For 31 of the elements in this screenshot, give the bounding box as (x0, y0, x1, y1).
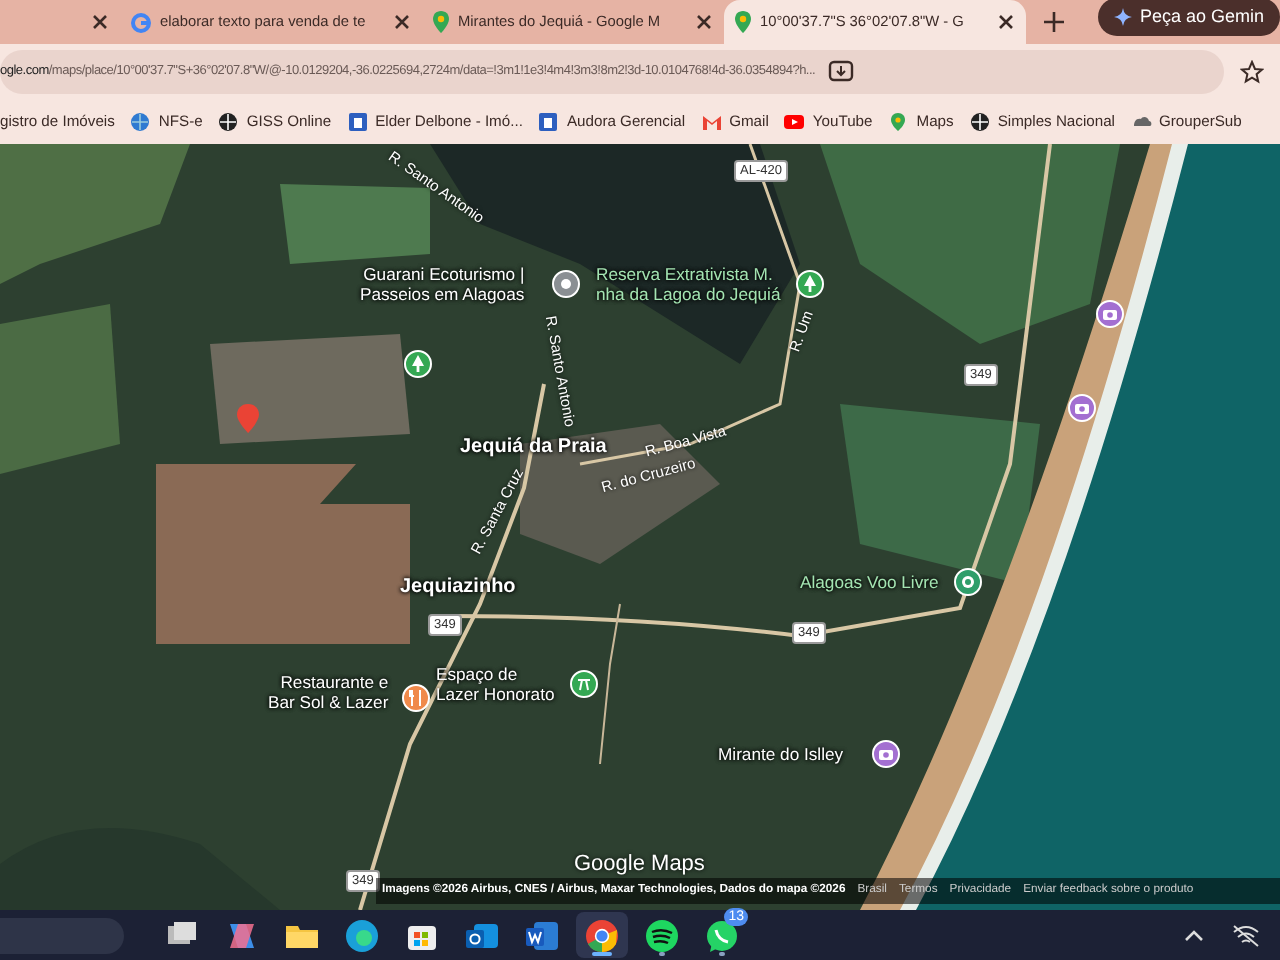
install-icon[interactable] (827, 60, 854, 84)
play-icon (784, 111, 805, 132)
close-icon[interactable] (90, 12, 110, 32)
sparkle-icon (1113, 7, 1132, 26)
cloud-icon (1131, 111, 1151, 132)
browser-icon (582, 915, 622, 955)
new-tab-icon[interactable] (1042, 10, 1066, 34)
square-icon (538, 111, 559, 132)
close-icon[interactable] (996, 12, 1016, 32)
place-label[interactable]: Alagoas Voo Livre (800, 572, 939, 592)
globe-icon (218, 111, 239, 132)
place-label[interactable]: Restaurante e Bar Sol & Lazer (268, 672, 389, 712)
square-icon (347, 111, 368, 132)
map-logo: Google Maps (574, 850, 705, 880)
gemini-button[interactable]: Peça ao Gemin (1097, 0, 1280, 36)
wifi-off-icon[interactable] (1232, 923, 1260, 947)
place-label[interactable]: Mirante do Islley (718, 744, 844, 764)
letter-g-icon (130, 11, 152, 33)
star-icon[interactable] (1240, 60, 1264, 84)
map-pin-icon (734, 10, 752, 34)
taskbar-app[interactable] (576, 912, 628, 958)
close-icon[interactable] (694, 12, 714, 32)
mail-icon (701, 111, 722, 132)
map-pin-icon (432, 10, 450, 34)
chevron-up-icon[interactable] (1184, 925, 1204, 945)
globe-icon (130, 111, 151, 132)
map-pin-icon (888, 111, 909, 132)
close-icon[interactable] (392, 12, 412, 32)
place-label[interactable]: Reserva Extrativista M. nha da Lagoa do Jequiá (596, 264, 781, 304)
globe-icon (969, 111, 990, 132)
place-label[interactable]: Guarani Ecoturismo | Passeios em Alagoas (360, 264, 525, 304)
